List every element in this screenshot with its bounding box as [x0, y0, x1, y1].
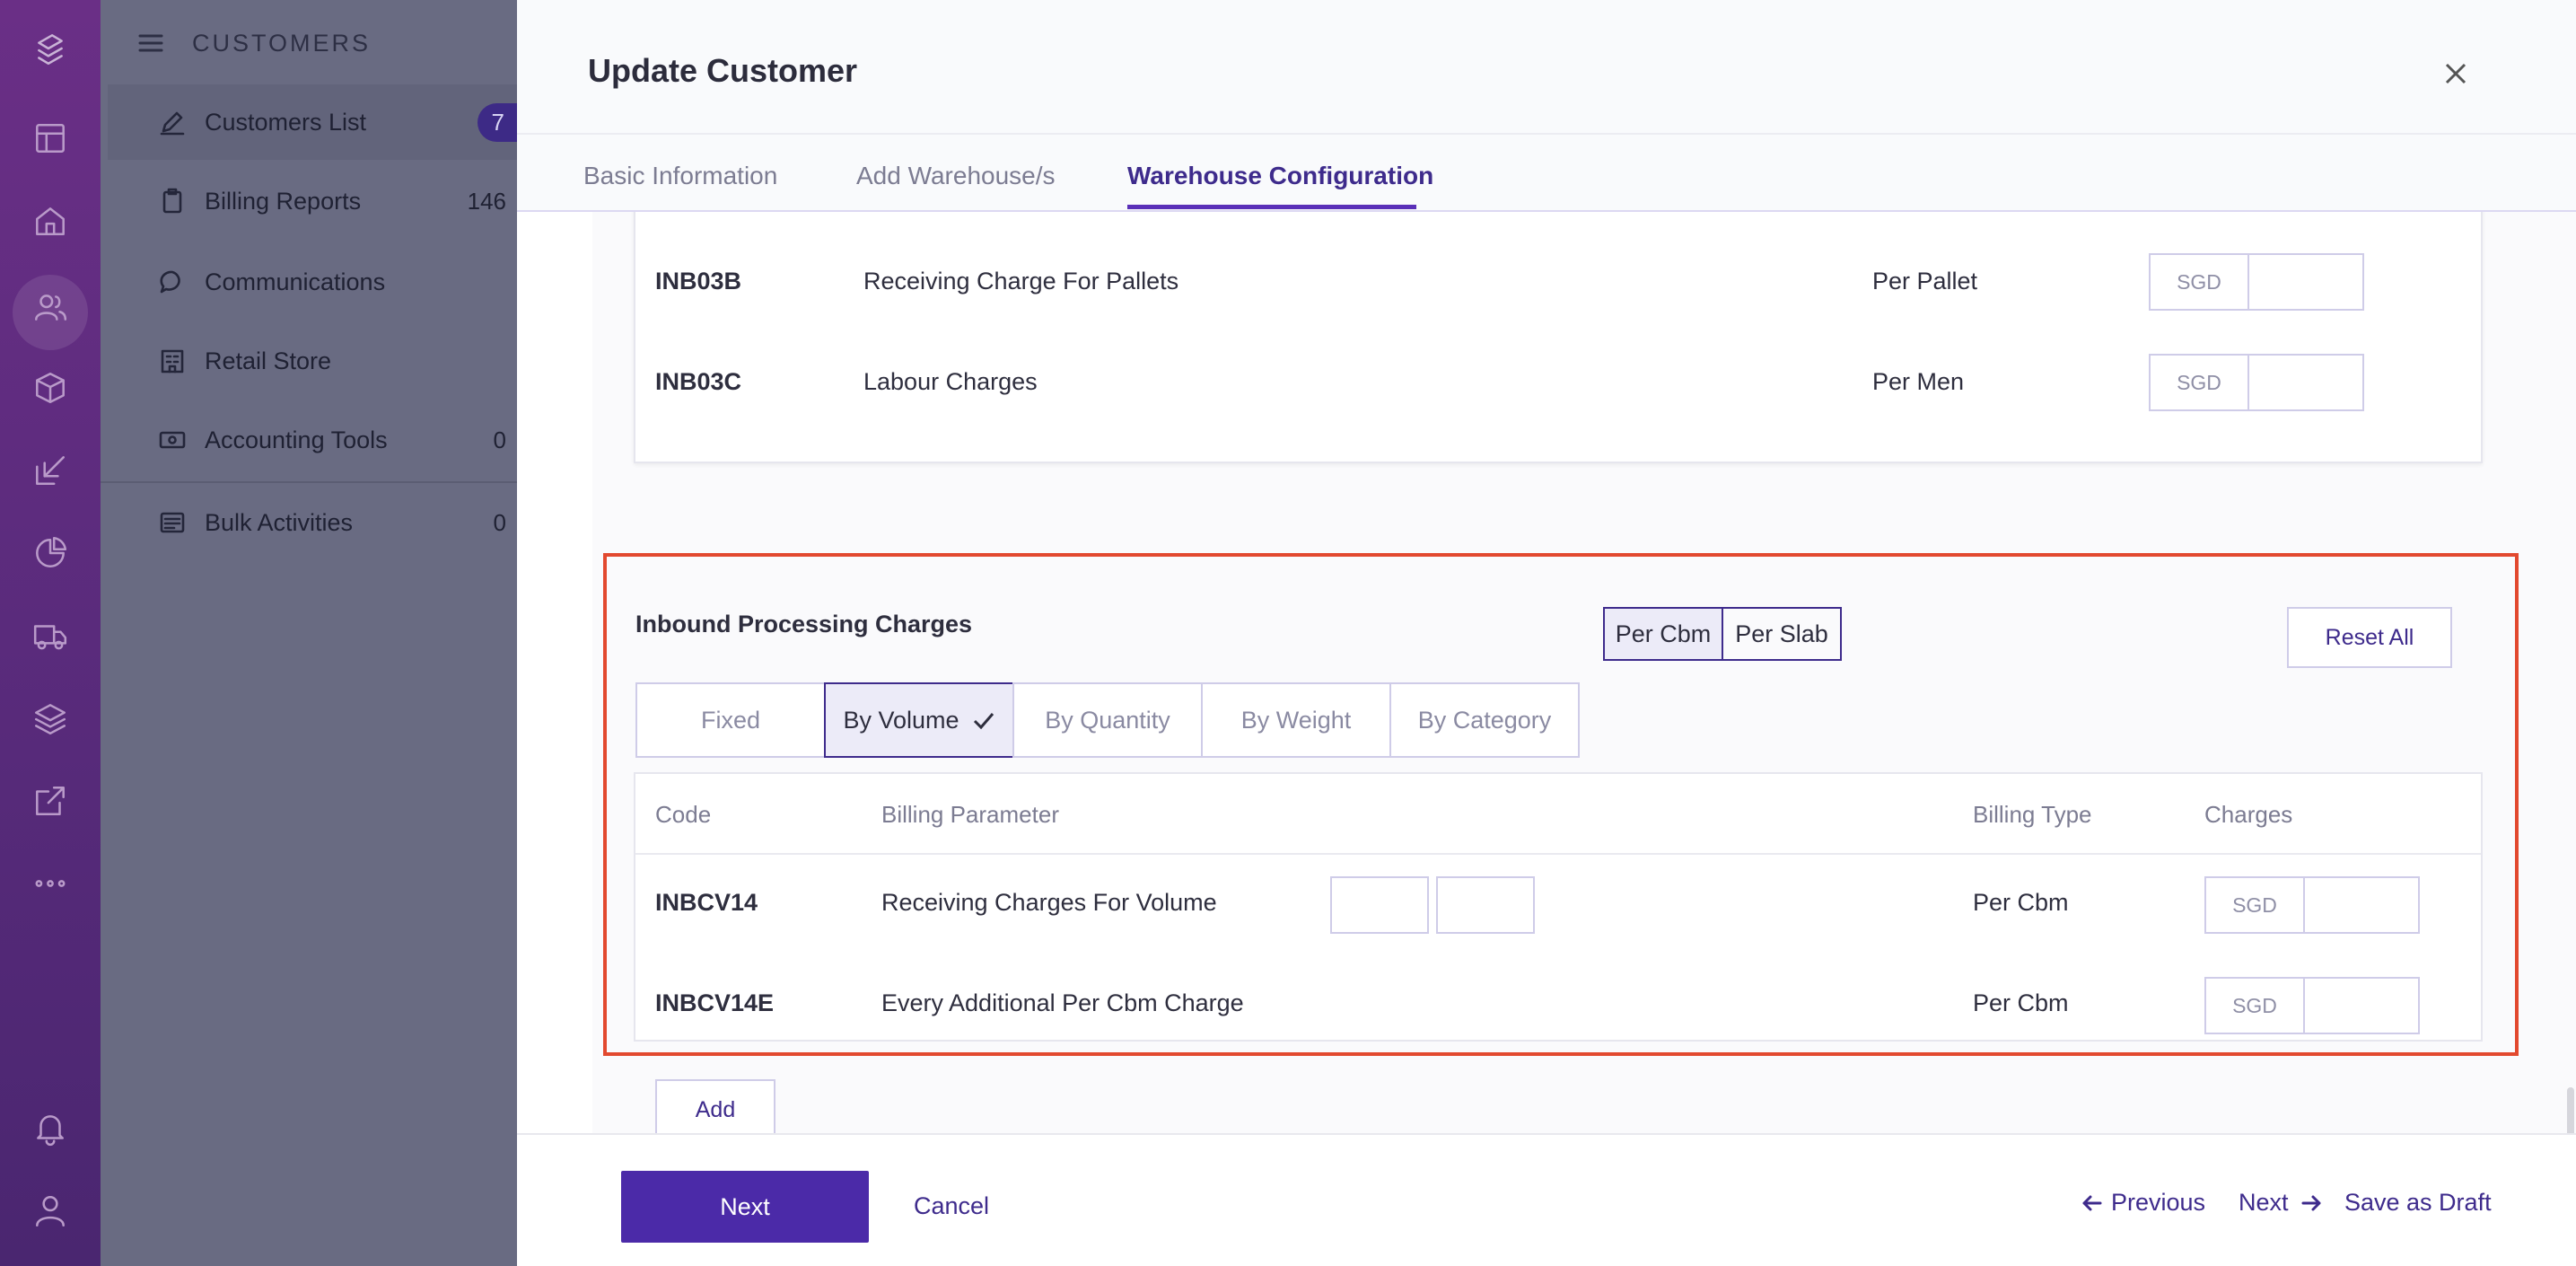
charge-input[interactable]: SGD: [2149, 354, 2364, 411]
row-parameter: Labour Charges: [863, 368, 1038, 395]
active-tab-indicator: [1127, 205, 1416, 209]
update-customer-modal: Update Customer Basic Information Add Wa…: [517, 0, 2576, 1266]
tab-warehouse-configuration[interactable]: Warehouse Configuration: [1127, 162, 1433, 190]
truck-icon[interactable]: [0, 603, 101, 668]
count-badge: 0: [493, 508, 506, 536]
previous-label: Previous: [2111, 1189, 2206, 1216]
arrow-right-icon: [2301, 1195, 2321, 1210]
customers-icon[interactable]: [0, 275, 101, 350]
store-icon: [161, 349, 184, 374]
currency-label: SGD: [2151, 255, 2249, 309]
money-icon: [159, 431, 186, 449]
table-row: INB03B Receiving Charge For Pallets Per …: [635, 253, 2481, 311]
count-badge: 146: [467, 187, 506, 215]
modal-footer: Next Cancel Previous Next Save as Draft: [517, 1133, 2576, 1266]
row-billing-type: Per Pallet: [1872, 268, 1978, 295]
sidebar-item-retail-store[interactable]: Retail Store: [108, 323, 517, 399]
next-link[interactable]: Next: [2239, 1189, 2323, 1217]
inbound-icon[interactable]: [0, 438, 101, 503]
customers-sidebar: CUSTOMERS Customers List 7 Billing Repor…: [101, 0, 517, 1266]
sidebar-item-label: Communications: [205, 268, 386, 295]
header-divider: [517, 133, 2576, 135]
close-icon: [2445, 63, 2466, 84]
sidebar-item-label: Accounting Tools: [205, 426, 388, 453]
sidebar-item-label: Billing Reports: [205, 187, 362, 215]
user-icon[interactable]: [0, 1178, 101, 1243]
sidebar-item-label: Customers List: [205, 108, 367, 136]
modal-body: INB03B Receiving Charge For Pallets Per …: [517, 212, 2576, 1133]
box-icon[interactable]: [0, 356, 101, 420]
close-button[interactable]: [2436, 54, 2475, 93]
row-billing-type: Per Men: [1872, 368, 1965, 395]
charge-value[interactable]: [2249, 255, 2362, 309]
chat-icon: [160, 270, 180, 294]
highlight-box: [603, 553, 2519, 1056]
charges-card: INB03B Receiving Charge For Pallets Per …: [634, 212, 2483, 463]
row-parameter: Receiving Charge For Pallets: [863, 268, 1179, 295]
cancel-button[interactable]: Cancel: [914, 1192, 989, 1220]
save-as-draft-link[interactable]: Save as Draft: [2344, 1189, 2492, 1217]
layers-icon[interactable]: [0, 686, 101, 751]
next-button[interactable]: Next: [621, 1171, 869, 1243]
row-code: INB03B: [655, 268, 742, 295]
tab-add-warehouses[interactable]: Add Warehouse/s: [856, 162, 1056, 190]
row-code: INB03C: [655, 368, 742, 395]
modal-title: Update Customer: [588, 52, 858, 89]
pencil-icon: [160, 111, 185, 136]
external-icon[interactable]: [0, 769, 101, 833]
scrollbar[interactable]: [2567, 1087, 2574, 1133]
sidebar-item-communications[interactable]: Communications: [108, 244, 517, 320]
add-button[interactable]: Add: [655, 1079, 775, 1133]
logo-icon[interactable]: [0, 16, 101, 81]
count-badge: 7: [477, 102, 517, 142]
sidebar-item-accounting-tools[interactable]: Accounting Tools 0: [108, 402, 517, 478]
charge-value[interactable]: [2249, 356, 2362, 409]
dashboard-icon[interactable]: [0, 106, 101, 171]
sidebar-item-label: Bulk Activities: [205, 508, 354, 536]
more-icon[interactable]: [0, 851, 101, 916]
count-badge: 0: [493, 426, 506, 453]
list-icon: [160, 512, 185, 533]
arrow-left-icon: [2082, 1195, 2102, 1210]
modal-header: Update Customer Basic Information Add Wa…: [517, 0, 2576, 212]
tab-basic-information[interactable]: Basic Information: [583, 162, 777, 190]
sidebar-item-billing-reports[interactable]: Billing Reports 146: [108, 163, 517, 239]
sidebar-item-customers-list[interactable]: Customers List 7: [108, 84, 517, 160]
sidebar-item-bulk-activities[interactable]: Bulk Activities 0: [108, 485, 517, 560]
reports-icon[interactable]: [0, 521, 101, 585]
currency-label: SGD: [2151, 356, 2249, 409]
sidebar-section-title: CUSTOMERS: [192, 29, 372, 57]
previous-link[interactable]: Previous: [2081, 1189, 2205, 1217]
next-link-label: Next: [2239, 1189, 2289, 1216]
icon-rail: [0, 0, 101, 1266]
menu-icon[interactable]: [136, 29, 165, 57]
clipboard-icon: [162, 188, 182, 214]
sidebar-item-label: Retail Store: [205, 347, 332, 374]
table-row: INB03C Labour Charges Per Men SGD: [635, 354, 2481, 411]
charge-input[interactable]: SGD: [2149, 253, 2364, 311]
sidebar-divider: [101, 481, 517, 483]
home-icon[interactable]: [0, 189, 101, 253]
sidebar-header: CUSTOMERS: [136, 25, 371, 61]
bell-icon[interactable]: [0, 1095, 101, 1160]
